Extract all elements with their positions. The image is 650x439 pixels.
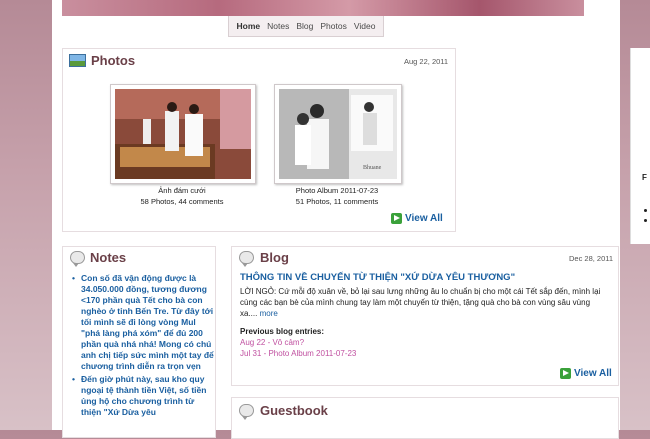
previous-entry-date: Jul 31 — [240, 349, 262, 358]
sidebar-heading-fragment: F — [642, 173, 647, 182]
speech-bubble-icon — [239, 404, 254, 420]
arrow-right-icon — [391, 213, 402, 224]
album-stats-2011-07-23: 51 Photos, 11 comments — [295, 197, 379, 206]
wedding-photo-image — [115, 89, 251, 179]
nav-blog[interactable]: Blog — [296, 21, 313, 31]
note-item[interactable]: Đến giờ phút này, sau kho quy ngoại tệ t… — [72, 374, 214, 418]
previous-entries-label: Previous blog entries: — [240, 327, 325, 336]
svg-text:Bhuane: Bhuane — [363, 165, 382, 171]
album-thumbnail-2011-07-23[interactable]: Bhuane — [274, 84, 402, 184]
blog-view-all-link[interactable]: View All — [560, 368, 612, 379]
blog-excerpt-text: LỜI NGỎ: Cứ mỗi độ xuân về, bỏ lại sau l… — [240, 287, 601, 318]
photos-view-all-link[interactable]: View All — [391, 213, 443, 224]
arrow-right-icon — [560, 368, 571, 379]
nav-home[interactable]: Home — [237, 21, 261, 31]
photos-date: Aug 22, 2011 — [404, 57, 449, 66]
guestbook-title: Guestbook — [260, 403, 328, 418]
blog-title: Blog — [260, 250, 289, 265]
blog-more-link[interactable]: more — [260, 309, 278, 318]
album-name-2011-07-23[interactable]: Photo Album 2011-07-23 — [262, 186, 412, 196]
album-thumbnail-wedding[interactable] — [110, 84, 256, 184]
photos-icon — [69, 54, 86, 67]
notes-title: Notes — [90, 250, 127, 265]
header-banner-image — [62, 0, 584, 16]
previous-entry[interactable]: Aug 22 - Vô cảm? — [240, 338, 304, 347]
sidebar-bullet — [644, 209, 647, 212]
blog-post-title-link[interactable]: THÔNG TIN VỀ CHUYẾN TỪ THIỆN "XỨ DỪA YÊU… — [240, 272, 515, 283]
blog-excerpt: LỜI NGỎ: Cứ mỗi độ xuân về, bỏ lại sau l… — [240, 286, 606, 319]
main-nav: Home Notes Blog Photos Video — [228, 16, 384, 37]
album-stats-wedding: 58 Photos, 44 comments — [140, 197, 224, 206]
sidebar-bullet — [644, 219, 647, 222]
notes-list: Con số đã vận động được là 34.050.000 đồ… — [72, 273, 214, 420]
photos-view-all-label[interactable]: View All — [405, 213, 443, 224]
nav-video[interactable]: Video — [354, 21, 376, 31]
previous-entry-title[interactable]: Photo Album 2011-07-23 — [268, 349, 356, 358]
speech-bubble-icon — [70, 251, 85, 267]
blog-date: Dec 28, 2011 — [569, 254, 614, 263]
nav-photos[interactable]: Photos — [320, 21, 346, 31]
nav-notes[interactable]: Notes — [267, 21, 289, 31]
previous-entry-date: Aug 22 — [240, 338, 266, 347]
photos-title: Photos — [91, 53, 136, 68]
right-sidebar-panel — [630, 48, 650, 244]
note-item[interactable]: Con số đã vận động được là 34.050.000 đồ… — [72, 273, 214, 372]
album-photo-image: Bhuane — [279, 89, 397, 179]
speech-bubble-icon — [239, 251, 254, 267]
album-name-wedding[interactable]: Ảnh đám cưới — [107, 186, 257, 196]
blog-view-all-label[interactable]: View All — [574, 368, 612, 379]
previous-entry[interactable]: Jul 31 - Photo Album 2011-07-23 — [240, 349, 356, 358]
previous-entry-title[interactable]: Vô cảm? — [272, 338, 304, 347]
